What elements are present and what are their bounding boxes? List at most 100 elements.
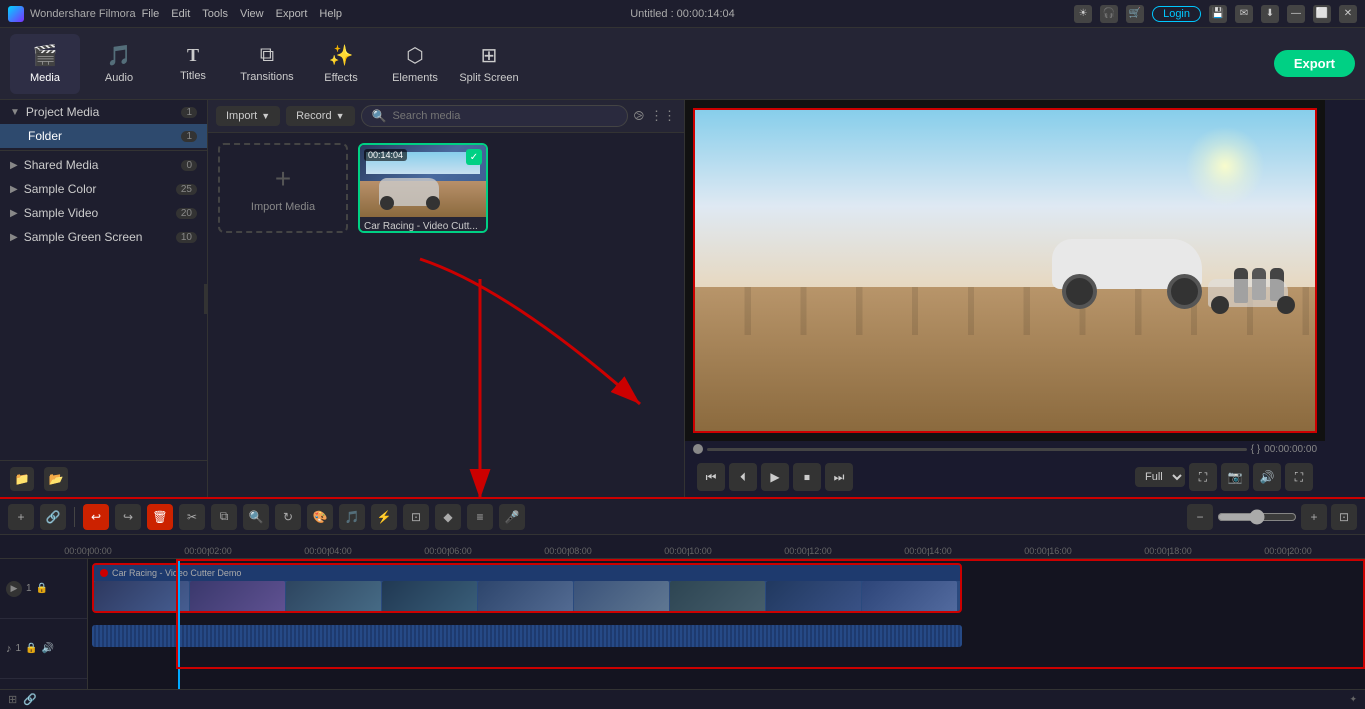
shopping-icon[interactable]: 🛒 xyxy=(1126,5,1144,23)
transitions-icon: ⧉ xyxy=(260,44,274,67)
step-back-button[interactable]: ⏴ xyxy=(729,463,757,491)
menu-view[interactable]: View xyxy=(240,8,264,20)
toolbar-media[interactable]: 🎬 Media xyxy=(10,34,80,94)
zoom-out-timeline[interactable]: − xyxy=(1187,504,1213,530)
close-button[interactable]: ✕ xyxy=(1339,5,1357,23)
volume-button[interactable]: 🔊 xyxy=(1253,463,1281,491)
copy-button[interactable]: ⧉ xyxy=(211,504,237,530)
new-folder-icon[interactable]: 📁 xyxy=(10,467,34,491)
chevron-right-icon-4: ▶ xyxy=(10,232,18,243)
record-button[interactable]: Record ▼ xyxy=(286,106,354,126)
video-track-container: Car Racing - Video Cutter Demo xyxy=(88,563,1365,623)
import-media-placeholder[interactable]: + Import Media xyxy=(218,143,348,233)
music-note-icon: ♪ xyxy=(6,643,12,655)
toolbar-audio[interactable]: 🎵 Audio xyxy=(84,34,154,94)
keyframe-button[interactable]: ◆ xyxy=(435,504,461,530)
toolbar-elements[interactable]: ⬡ Elements xyxy=(380,34,450,94)
menu-help[interactable]: Help xyxy=(319,8,342,20)
email-icon[interactable]: ✉ xyxy=(1235,5,1253,23)
audio-lock-icon[interactable]: 🔒 xyxy=(25,643,37,654)
timeline-dot[interactable] xyxy=(693,444,703,454)
skip-to-start-button[interactable]: ⏮ xyxy=(697,463,725,491)
menu-export[interactable]: Export xyxy=(276,8,308,20)
app-name: Wondershare Filmora xyxy=(30,8,136,20)
login-button[interactable]: Login xyxy=(1152,6,1201,22)
import-folder-icon[interactable]: 📂 xyxy=(44,467,68,491)
skip-forward-button[interactable]: ⏭ xyxy=(825,463,853,491)
grid-layout-icon[interactable]: ⋮⋮ xyxy=(650,108,676,124)
media-thumb-car-racing[interactable]: 00:14:04 ✓ Car Racing - Video Cutt... xyxy=(358,143,488,233)
film-frame-3 xyxy=(286,581,381,613)
menu-tools[interactable]: Tools xyxy=(202,8,228,20)
sun-icon[interactable]: ☀ xyxy=(1074,5,1092,23)
toolbar-split-screen[interactable]: ⊞ Split Screen xyxy=(454,34,524,94)
effects-icon: ✨ xyxy=(329,43,354,68)
media-icon: 🎬 xyxy=(33,43,58,68)
sidebar-item-folder[interactable]: Folder 1 xyxy=(0,124,207,148)
elements-icon: ⬡ xyxy=(406,43,423,68)
zoom-in-button[interactable]: 🔍 xyxy=(243,504,269,530)
crop-button[interactable]: ⊡ xyxy=(403,504,429,530)
undo-button[interactable]: ↩ xyxy=(83,504,109,530)
link-clip-button[interactable]: 🔗 xyxy=(40,504,66,530)
export-button[interactable]: Export xyxy=(1274,50,1355,77)
restore-button[interactable]: ⬜ xyxy=(1313,5,1331,23)
panel-sample-color[interactable]: ▶ Sample Color 25 xyxy=(0,177,207,201)
track-labels: ▶ 1 🔒 ♪ 1 🔒 🔊 xyxy=(0,559,88,689)
color-button[interactable]: 🎨 xyxy=(307,504,333,530)
redo-button[interactable]: ↪ xyxy=(115,504,141,530)
panel-project-media[interactable]: ▼ Project Media 1 xyxy=(0,100,207,124)
sun-glare xyxy=(1185,126,1265,206)
playhead[interactable] xyxy=(178,559,180,689)
settings-button[interactable]: ⛶ xyxy=(1285,463,1313,491)
audio-volume-icon[interactable]: 🔊 xyxy=(42,643,54,654)
headphones-icon[interactable]: 🎧 xyxy=(1100,5,1118,23)
lock-icon[interactable]: 🔒 xyxy=(36,583,48,594)
chevron-down-icon: ▼ xyxy=(10,107,20,118)
timeline-toolbar: + 🔗 ↩ ↪ 🗑 ✂ ⧉ 🔍 ↻ 🎨 🎵 ⚡ ⊡ ◆ ≡ 🎤 − + ⊡ xyxy=(0,499,1365,535)
audio-icon: 🎵 xyxy=(107,43,132,68)
timeline-ruler: 00:00:00:00 00:00:02:00 00:00:04:00 00:0… xyxy=(0,535,1365,559)
voice-button[interactable]: 🎤 xyxy=(499,504,525,530)
buggy-wheel-left xyxy=(1062,274,1097,309)
download-icon[interactable]: ⬇ xyxy=(1261,5,1279,23)
import-button[interactable]: Import ▼ xyxy=(216,106,280,126)
toolbar-transitions[interactable]: ⧉ Transitions xyxy=(232,34,302,94)
add-track-button[interactable]: + xyxy=(8,504,34,530)
search-input[interactable] xyxy=(392,110,616,122)
collapse-panel-button[interactable]: ‹ xyxy=(204,284,208,314)
menu-file[interactable]: File xyxy=(142,8,160,20)
full-screen-button[interactable]: ⛶ xyxy=(1189,463,1217,491)
cut-button[interactable]: ✂ xyxy=(179,504,205,530)
link-icon[interactable]: 🔗 xyxy=(23,693,37,706)
toolbar-titles[interactable]: T Titles xyxy=(158,34,228,94)
filter-icon[interactable]: ⧁ xyxy=(634,108,644,124)
zoom-slider[interactable] xyxy=(1217,509,1297,525)
zoom-in-timeline[interactable]: + xyxy=(1301,504,1327,530)
adjustments-button[interactable]: ≡ xyxy=(467,504,493,530)
play-button[interactable]: ▶ xyxy=(761,463,789,491)
fit-timeline-button[interactable]: ⊡ xyxy=(1331,504,1357,530)
quality-select[interactable]: Full 1/2 1/4 xyxy=(1135,467,1185,487)
rotate-button[interactable]: ↻ xyxy=(275,504,301,530)
snapshot-button[interactable]: 📷 xyxy=(1221,463,1249,491)
delete-button[interactable]: 🗑 xyxy=(147,504,173,530)
toolbar-effects[interactable]: ✨ Effects xyxy=(306,34,376,94)
timeline-bottom: ⊞ 🔗 ✦ xyxy=(0,689,1365,709)
panel-shared-media[interactable]: ▶ Shared Media 0 xyxy=(0,153,207,177)
panel-sample-green-screen[interactable]: ▶ Sample Green Screen 10 xyxy=(0,225,207,249)
timeline-scrubbar[interactable] xyxy=(707,448,1247,451)
audio-tool-button[interactable]: 🎵 xyxy=(339,504,365,530)
split-button[interactable]: ⚡ xyxy=(371,504,397,530)
tracks-content: Car Racing - Video Cutter Demo xyxy=(88,559,1365,689)
video-track[interactable]: Car Racing - Video Cutter Demo xyxy=(92,563,962,613)
menu-edit[interactable]: Edit xyxy=(171,8,190,20)
save-icon[interactable]: 💾 xyxy=(1209,5,1227,23)
audio-track[interactable] xyxy=(92,625,962,647)
stop-button[interactable]: ⏹ xyxy=(793,463,821,491)
panel-sample-video[interactable]: ▶ Sample Video 20 xyxy=(0,201,207,225)
snap-icon[interactable]: ⊞ xyxy=(8,693,17,706)
track-play-icon[interactable]: ▶ xyxy=(6,581,22,597)
minimize-button[interactable]: — xyxy=(1287,5,1305,23)
timeline-tracks: ▶ 1 🔒 ♪ 1 🔒 🔊 xyxy=(0,559,1365,689)
